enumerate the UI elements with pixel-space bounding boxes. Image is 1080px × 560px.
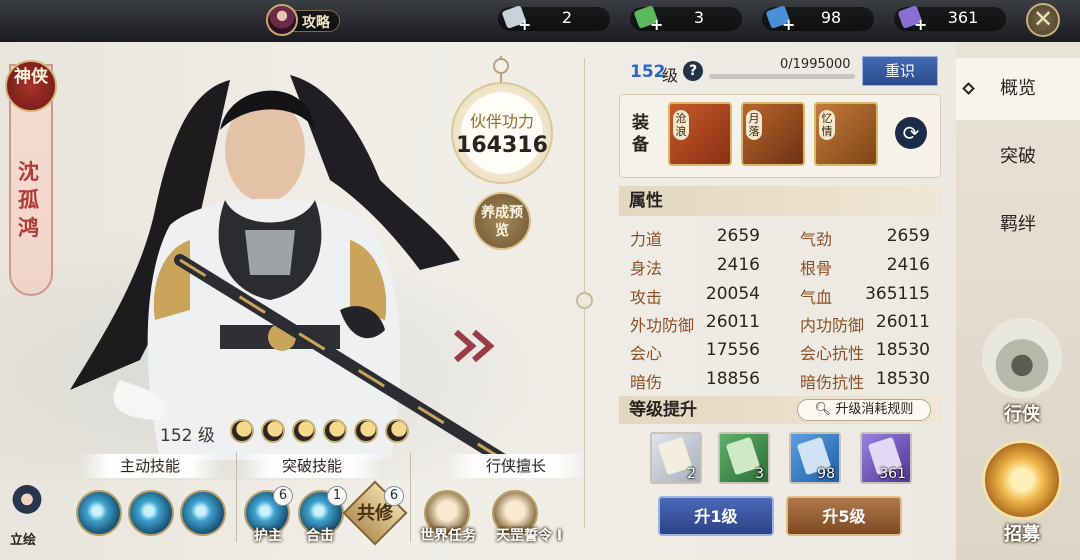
attr-value: 2659 — [886, 226, 930, 246]
item-count: 98 — [817, 466, 835, 482]
search-icon: 🔍︎ — [814, 402, 836, 417]
attr-name: 暗伤 — [630, 373, 663, 392]
power-value: 164316 — [456, 133, 548, 158]
attr-value: 18530 — [875, 340, 930, 360]
upgrade-rules-label: 升级消耗规则 — [835, 402, 914, 417]
guard-skill-label: 护主 — [254, 528, 282, 544]
refresh-equipment-icon[interactable]: ⟳ — [895, 117, 927, 149]
combo-strike-label: 合击 — [306, 528, 334, 544]
exp-progress-bar — [709, 74, 855, 79]
walker-specialty-header: 行侠擅长 — [446, 454, 586, 478]
item-count: 361 — [879, 466, 906, 482]
power-title: 伙伴功力 — [469, 112, 534, 131]
attr-value: 2416 — [886, 255, 930, 275]
attr-name: 气劲 — [800, 230, 833, 249]
growth-preview-button[interactable]: 养成预览 — [473, 192, 531, 250]
star-icon — [354, 419, 378, 443]
attr-value: 20054 — [705, 284, 760, 304]
resource-value-green: 3 — [693, 8, 705, 27]
world-task-label: 世界任务 — [420, 528, 476, 544]
equip-tag-3: 忆情 — [819, 110, 835, 140]
breakthrough-skills-header: 突破技能 — [242, 454, 382, 478]
equip-tag-1: 沧浪 — [673, 110, 689, 140]
level-up-1-button[interactable]: 升1级 — [658, 496, 774, 536]
horse-rider-icon[interactable] — [982, 318, 1062, 398]
rank-badge: 神侠 — [5, 60, 57, 112]
attr-name: 身法 — [630, 259, 663, 278]
tab-bonds[interactable]: 羁绊 — [956, 194, 1080, 256]
guard-skill-badge: 6 — [273, 486, 293, 506]
attr-name: 根骨 — [800, 259, 833, 278]
equipment-label: 装备 — [632, 113, 649, 155]
portrait-art-label: 立绘 — [10, 533, 37, 548]
upgrade-rules-button[interactable]: 🔍︎ 升级消耗规则 — [797, 399, 931, 421]
attr-name: 外功防御 — [630, 316, 695, 335]
active-skills-header: 主动技能 — [80, 454, 220, 478]
tab-overview[interactable]: 概览 — [956, 58, 1080, 120]
attr-name: 攻击 — [630, 288, 663, 307]
divider-knot-ornament — [576, 292, 593, 309]
portrait-art-icon[interactable] — [6, 484, 48, 528]
gray-exp-scroll-icon[interactable]: + — [500, 4, 531, 34]
recruit-cards-icon[interactable] — [982, 440, 1062, 520]
character-level: 152 级 — [160, 426, 215, 446]
skill-divider — [410, 452, 411, 542]
zhaomu-label: 招募 — [1004, 524, 1040, 545]
attr-value: 26011 — [705, 312, 760, 332]
item-count: 2 — [687, 466, 696, 482]
level-up-5-button[interactable]: 升5级 — [786, 496, 902, 536]
resource-value-gray: 2 — [561, 8, 573, 27]
star-icon — [385, 419, 409, 443]
guide-label: 攻略 — [302, 15, 330, 31]
level-number: 152 — [630, 62, 666, 82]
attr-value: 26011 — [875, 312, 930, 332]
attr-name: 会心抗性 — [800, 344, 865, 363]
tianyang-order-label: 天罡誓令 I — [495, 528, 563, 544]
sword-slash-skill-icon[interactable] — [76, 490, 122, 536]
character-name: 沈孤鸿 — [18, 159, 39, 240]
attr-value: 17556 — [705, 340, 760, 360]
attr-value: 18856 — [705, 369, 760, 389]
tab-breakthrough[interactable]: 突破 — [956, 126, 1080, 188]
next-arrow-icon[interactable] — [452, 328, 502, 364]
reset-button[interactable]: 重识 — [862, 56, 938, 86]
attr-name: 暗伤抗性 — [800, 373, 865, 392]
exp-progress-text: 0/1995000 — [780, 57, 851, 72]
co-cultivate-badge: 6 — [384, 486, 404, 506]
resource-value-purple: 361 — [947, 8, 979, 27]
attr-name: 会心 — [630, 344, 663, 363]
attributes-header: 属性 — [619, 186, 941, 216]
item-count: 3 — [755, 466, 764, 482]
level-unit: 级 — [662, 66, 679, 85]
skill-divider — [236, 452, 237, 542]
blue-exp-scroll-icon[interactable]: + — [764, 4, 795, 34]
xingxia-label: 行侠 — [1004, 404, 1040, 425]
attr-name: 气血 — [800, 288, 833, 307]
resource-value-blue: 98 — [820, 8, 842, 27]
whirl-skill-icon[interactable] — [180, 490, 226, 536]
power-hook-ornament — [493, 58, 509, 74]
guide-avatar-icon[interactable] — [266, 4, 298, 36]
equip-tag-2: 月落 — [746, 110, 762, 140]
dash-strike-skill-icon[interactable] — [128, 490, 174, 536]
attr-value: 2416 — [716, 255, 760, 275]
attr-name: 力道 — [630, 230, 663, 249]
star-icon — [261, 419, 285, 443]
purple-exp-scroll-icon[interactable]: + — [896, 4, 927, 34]
close-button[interactable]: ✕ — [1026, 3, 1060, 37]
attr-value: 2659 — [716, 226, 760, 246]
combo-strike-badge: 1 — [327, 486, 347, 506]
attr-name: 内功防御 — [800, 316, 865, 335]
green-exp-scroll-icon[interactable]: + — [632, 4, 663, 34]
star-icon — [230, 419, 254, 443]
help-icon[interactable]: ? — [683, 61, 703, 81]
star-icon — [323, 419, 347, 443]
star-icon — [292, 419, 316, 443]
attr-value: 365115 — [865, 284, 930, 304]
attr-value: 18530 — [875, 369, 930, 389]
